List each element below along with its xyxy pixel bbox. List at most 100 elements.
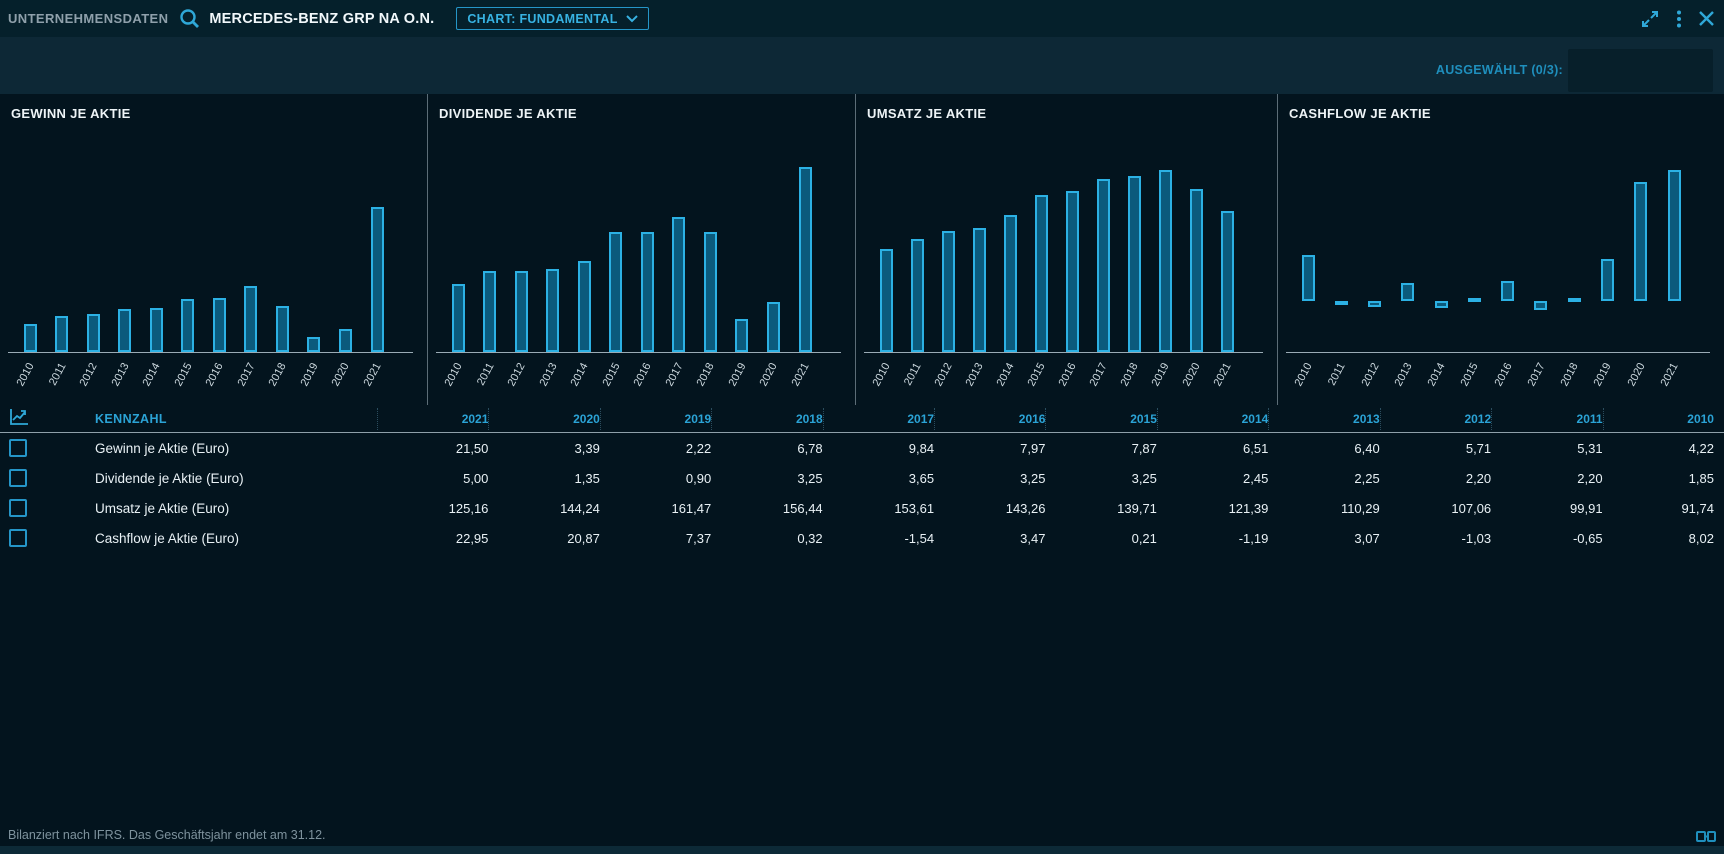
chart-type-dropdown[interactable]: CHART: FUNDAMENTAL bbox=[456, 7, 648, 30]
cell-2020: 144,24 bbox=[488, 501, 599, 516]
cell-2021: 5,00 bbox=[377, 471, 488, 486]
column-header-2014: 2014 bbox=[1157, 408, 1268, 430]
checkbox-cell bbox=[0, 499, 95, 517]
bar-2016 bbox=[1501, 281, 1514, 301]
x-axis-label-2017: 2017 bbox=[1519, 361, 1547, 400]
x-axis-label-2012: 2012 bbox=[1353, 361, 1381, 400]
bar-2020 bbox=[767, 302, 780, 352]
chart-type-label: CHART: FUNDAMENTAL bbox=[467, 12, 617, 26]
x-axis-label-2011: 2011 bbox=[40, 361, 68, 400]
cell-2012: 107,06 bbox=[1380, 501, 1491, 516]
x-axis-label-2010: 2010 bbox=[1286, 361, 1314, 400]
cell-2019: 7,37 bbox=[600, 531, 711, 546]
x-axis-line bbox=[8, 352, 413, 353]
bar-2013 bbox=[546, 269, 559, 352]
bar-2017 bbox=[1097, 179, 1110, 352]
cell-2013: 6,40 bbox=[1268, 441, 1379, 456]
cell-2018: 6,78 bbox=[711, 441, 822, 456]
bar-2011 bbox=[1335, 301, 1348, 305]
x-axis-label-2015: 2015 bbox=[1019, 361, 1047, 400]
bar-2014 bbox=[1435, 301, 1448, 308]
bar-2016 bbox=[213, 298, 226, 352]
x-axis-label-2018: 2018 bbox=[261, 361, 289, 400]
metric-column-header: KENNZAHL bbox=[95, 412, 377, 426]
bar-2014 bbox=[1004, 215, 1017, 352]
bar-2016 bbox=[1066, 191, 1079, 352]
accounting-note: Bilanziert nach IFRS. Das Geschäftsjahr … bbox=[8, 828, 326, 842]
cell-2012: 2,20 bbox=[1380, 471, 1491, 486]
x-axis-label-2013: 2013 bbox=[957, 361, 985, 400]
cell-2011: 2,20 bbox=[1491, 471, 1602, 486]
search-icon[interactable] bbox=[178, 7, 201, 30]
bar-2018 bbox=[276, 306, 289, 352]
x-axis-label-2018: 2018 bbox=[1552, 361, 1580, 400]
x-axis-line bbox=[864, 352, 1263, 353]
x-axis-label-2019: 2019 bbox=[292, 361, 320, 400]
company-data-widget: UNTERNEHMENSDATEN MERCEDES-BENZ GRP NA O… bbox=[0, 0, 1724, 854]
selected-items-box bbox=[1568, 49, 1713, 92]
bar-2019 bbox=[1159, 170, 1172, 352]
cell-2010: 1,85 bbox=[1603, 471, 1714, 486]
column-header-2016: 2016 bbox=[934, 408, 1045, 430]
cell-2012: -1,03 bbox=[1380, 531, 1491, 546]
cell-2018: 156,44 bbox=[711, 501, 822, 516]
table-row: Gewinn je Aktie (Euro)21,503,392,226,789… bbox=[0, 433, 1724, 463]
cell-2019: 161,47 bbox=[600, 501, 711, 516]
bar-2010 bbox=[1302, 255, 1315, 301]
checkbox-cell bbox=[0, 469, 95, 487]
cell-2015: 0,21 bbox=[1045, 531, 1156, 546]
x-axis-label-2015: 2015 bbox=[166, 361, 194, 400]
cell-2018: 3,25 bbox=[711, 471, 822, 486]
x-axis-label-2019: 2019 bbox=[720, 361, 748, 400]
table-row: Umsatz je Aktie (Euro)125,16144,24161,47… bbox=[0, 493, 1724, 523]
x-axis-label-2015: 2015 bbox=[1453, 361, 1481, 400]
x-axis-label-2016: 2016 bbox=[1486, 361, 1514, 400]
x-axis-label-2020: 2020 bbox=[1619, 361, 1647, 400]
row-checkbox[interactable] bbox=[9, 499, 27, 517]
bar-2013 bbox=[118, 309, 131, 352]
bar-2018 bbox=[1568, 298, 1581, 302]
bar-2016 bbox=[641, 232, 654, 352]
bar-2010 bbox=[452, 284, 465, 352]
chart-title: GEWINN JE AKTIE bbox=[11, 106, 131, 121]
menu-kebab-icon[interactable] bbox=[1677, 10, 1681, 28]
row-checkbox[interactable] bbox=[9, 439, 27, 457]
column-header-2017: 2017 bbox=[823, 408, 934, 430]
bar-2014 bbox=[578, 261, 591, 352]
table-row: Cashflow je Aktie (Euro)22,9520,877,370,… bbox=[0, 523, 1724, 553]
bar-2015 bbox=[181, 299, 194, 352]
expand-icon[interactable] bbox=[1641, 10, 1659, 28]
cell-2013: 110,29 bbox=[1268, 501, 1379, 516]
bar-2012 bbox=[87, 314, 100, 352]
bar-2021 bbox=[371, 207, 384, 352]
cell-2016: 7,97 bbox=[934, 441, 1045, 456]
bar-2017 bbox=[1534, 301, 1547, 310]
row-checkbox[interactable] bbox=[9, 529, 27, 547]
cell-2017: 153,61 bbox=[823, 501, 934, 516]
x-axis-label-2021: 2021 bbox=[783, 361, 811, 400]
x-axis-label-2012: 2012 bbox=[926, 361, 954, 400]
column-header-2012: 2012 bbox=[1380, 408, 1491, 430]
x-axis-label-2013: 2013 bbox=[103, 361, 131, 400]
cell-2017: 9,84 bbox=[823, 441, 934, 456]
x-axis-label-2017: 2017 bbox=[1081, 361, 1109, 400]
cell-2016: 3,47 bbox=[934, 531, 1045, 546]
cell-2018: 0,32 bbox=[711, 531, 822, 546]
chart-title: DIVIDENDE JE AKTIE bbox=[439, 106, 577, 121]
column-header-2015: 2015 bbox=[1045, 408, 1156, 430]
row-checkbox[interactable] bbox=[9, 469, 27, 487]
bar-2021 bbox=[1668, 170, 1681, 301]
cell-2011: -0,65 bbox=[1491, 531, 1602, 546]
x-axis-label-2014: 2014 bbox=[562, 361, 590, 400]
cell-2017: 3,65 bbox=[823, 471, 934, 486]
checkbox-cell bbox=[0, 439, 95, 457]
selection-toolbar: AUSGEWÄHLT (0/3): bbox=[0, 37, 1724, 94]
x-axis-label-2020: 2020 bbox=[1174, 361, 1202, 400]
bar-2019 bbox=[1601, 259, 1614, 301]
column-header-2020: 2020 bbox=[488, 408, 599, 430]
x-axis-label-2013: 2013 bbox=[1386, 361, 1414, 400]
bottom-scrollbar-track[interactable] bbox=[0, 846, 1724, 854]
bar-2018 bbox=[704, 232, 717, 352]
close-icon[interactable] bbox=[1699, 11, 1714, 26]
x-axis-label-2019: 2019 bbox=[1586, 361, 1614, 400]
